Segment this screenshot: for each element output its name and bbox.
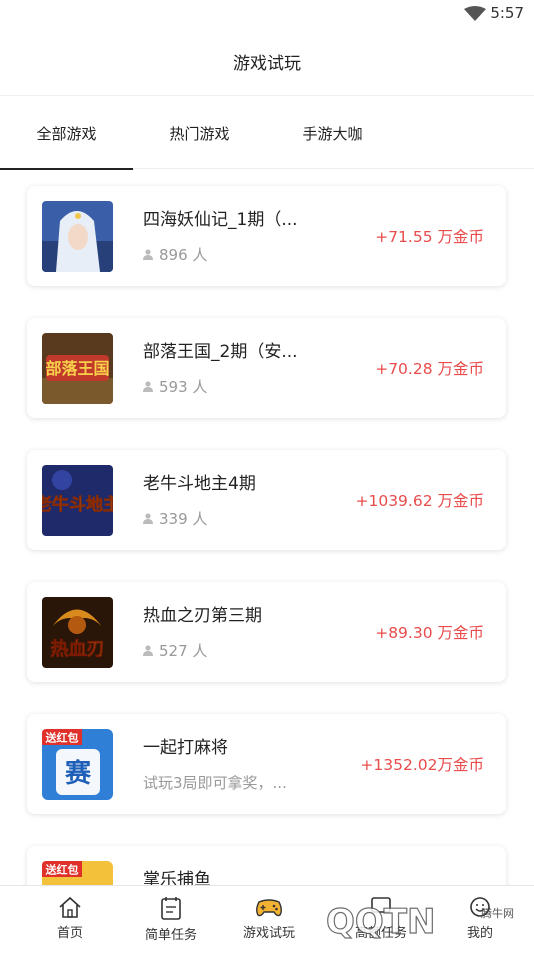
player-count-text: 527 人 <box>159 642 208 660</box>
person-icon <box>143 645 153 656</box>
tab-hot-games[interactable]: 热门游戏 <box>133 97 266 169</box>
page-title-bar: 游戏试玩 <box>0 28 534 96</box>
tab-bar: 全部游戏 热门游戏 手游大咖 <box>0 97 534 170</box>
game-card[interactable]: 送红包 掌乐捕鱼 <box>27 846 506 885</box>
watermark-site: 腾牛网 <box>481 906 514 920</box>
game-name: 掌乐捕鱼 <box>143 870 211 885</box>
person-icon <box>143 381 153 392</box>
tab-label: 全部游戏 <box>36 124 97 143</box>
tab-label: 热门游戏 <box>169 124 230 143</box>
nav-label: 简单任务 <box>144 928 197 943</box>
game-card[interactable]: 赛 送红包 一起打麻将 试玩3局即可拿奖，... +1352.02万金币 <box>27 714 506 814</box>
person-icon <box>143 249 153 260</box>
game-name: 热血之刃第三期 <box>143 606 262 626</box>
player-count: 527 人 <box>143 640 207 661</box>
tab-all-games[interactable]: 全部游戏 <box>0 97 133 170</box>
svg-text:赛: 赛 <box>64 758 92 789</box>
reward-amount: +1352.02万金币 <box>360 756 484 774</box>
reward-amount: +70.28 万金币 <box>375 360 484 378</box>
nav-simple-tasks[interactable]: 简单任务 <box>140 886 202 949</box>
game-card[interactable]: 热血刃 热血之刃第三期 527 人 +89.30 万金币 <box>27 582 506 682</box>
nav-label: 首页 <box>56 926 83 941</box>
game-thumbnail: 部落王国 <box>42 333 113 404</box>
player-count: 896 人 <box>143 244 207 265</box>
svg-text:部落王国: 部落王国 <box>45 359 109 378</box>
status-bar: 5:57 <box>0 0 534 28</box>
game-thumbnail: 热血刃 <box>42 597 113 668</box>
tab-label: 手游大咖 <box>302 124 363 143</box>
reward-amount: +89.30 万金币 <box>375 624 484 642</box>
player-count: 593 人 <box>143 376 207 397</box>
game-list: 四海妖仙记_1期（... 896 人 +71.55 万金币 部落王国 部落王国_… <box>0 170 534 885</box>
game-description-text: 试玩3局即可拿奖，... <box>143 774 287 792</box>
gamepad-icon <box>256 899 282 917</box>
home-icon <box>59 896 81 918</box>
game-name: 老牛斗地主4期 <box>143 474 256 494</box>
tab-mobile-stars[interactable]: 手游大咖 <box>266 97 399 169</box>
game-name: 一起打麻将 <box>143 738 228 758</box>
game-name: 四海妖仙记_1期（... <box>143 210 298 230</box>
badge-text: 送红包 <box>45 863 79 877</box>
nav-label: 游戏试玩 <box>242 926 295 941</box>
nav-home[interactable]: 首页 <box>0 886 140 949</box>
reward-amount: +1039.62 万金币 <box>355 492 484 510</box>
player-count-text: 896 人 <box>159 246 208 264</box>
task-icon <box>161 897 181 920</box>
svg-text:老牛斗地主: 老牛斗地主 <box>42 494 113 515</box>
game-description: 试玩3局即可拿奖，... <box>143 772 287 793</box>
wifi-icon <box>464 6 486 21</box>
game-thumbnail: 老牛斗地主 <box>42 465 113 536</box>
player-count-text: 339 人 <box>159 510 208 528</box>
game-card[interactable]: 四海妖仙记_1期（... 896 人 +71.55 万金币 <box>27 186 506 286</box>
game-thumbnail <box>42 201 113 272</box>
game-card[interactable]: 部落王国 部落王国_2期（安... 593 人 +70.28 万金币 <box>27 318 506 418</box>
watermark: QQTN 腾牛网 <box>316 885 526 949</box>
page-title: 游戏试玩 <box>233 54 301 74</box>
player-count-text: 593 人 <box>159 378 208 396</box>
game-thumbnail: 送红包 <box>42 861 113 885</box>
game-name: 部落王国_2期（安... <box>143 342 298 362</box>
game-thumbnail: 赛 送红包 <box>42 729 113 800</box>
reward-amount: +71.55 万金币 <box>375 228 484 246</box>
watermark-brand: QQTN <box>326 902 435 942</box>
svg-text:热血刃: 热血刃 <box>51 638 105 660</box>
person-icon <box>143 513 153 524</box>
badge-text: 送红包 <box>45 731 79 745</box>
status-time: 5:57 <box>490 4 524 22</box>
game-card[interactable]: 老牛斗地主 老牛斗地主4期 339 人 +1039.62 万金币 <box>27 450 506 550</box>
player-count: 339 人 <box>143 508 207 529</box>
